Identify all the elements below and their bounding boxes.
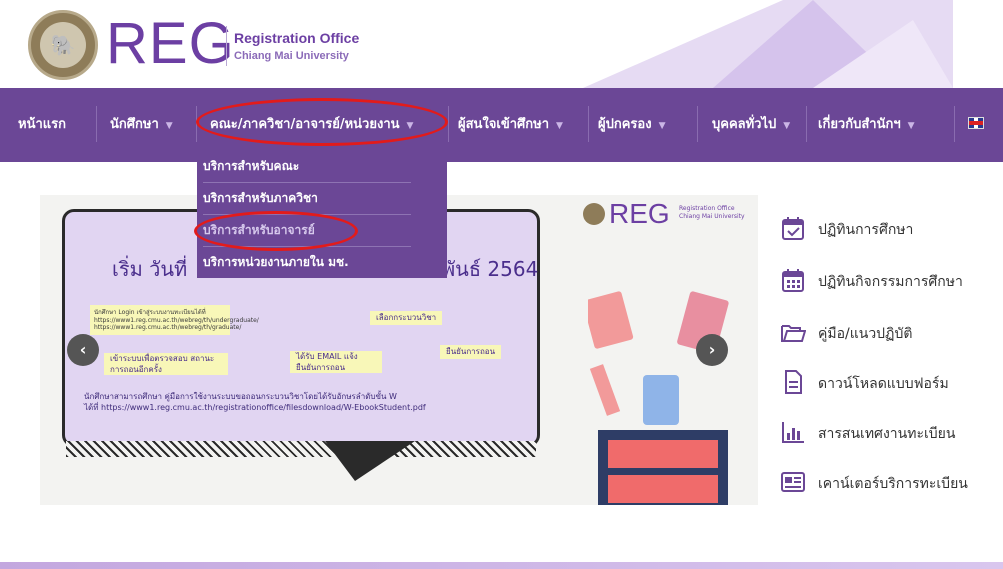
mini-subtitle-line: Chiang Mai University [679,213,745,220]
step-check-status: เข้าระบบเพื่อตรวจสอบ สถานะการถอนอีกครั้ง [104,353,228,375]
nav-label: บุคคลทั่วไป [712,117,777,132]
side-link-label: เคาน์เตอร์บริการทะเบียน [818,476,968,492]
banner-logo: REG Registration Office Chiang Mai Unive… [583,199,758,229]
document-icon [785,370,802,394]
calendar-grid-icon [782,269,804,292]
main-navbar: หน้าแรก นักศึกษา ▼ คณะ/ภาควิชา/อาจารย์/หน… [0,88,1003,162]
logo-subtitle-office: Registration Office [234,30,360,46]
caret-down-icon: ▼ [783,121,791,131]
nav-label: เกี่ยวกับสำนักฯ [818,117,901,132]
highlight-oval-nav [196,98,448,146]
step-select-course: เลือกกระบวนวิชา [370,311,443,325]
logo-divider [226,26,227,66]
bubble-shadow [66,441,536,457]
calendar-check-icon [782,217,804,240]
dropdown-item-internal-unit[interactable]: บริการหน่วยงานภายใน มช. [203,246,411,278]
newspaper-icon [781,472,805,492]
nav-item-prospective[interactable]: ผู้สนใจเข้าศึกษา ▼ [458,112,563,138]
nav-divider [697,106,698,142]
side-link-label: ปฏิทินกิจกรรมการศึกษา [818,274,963,290]
nav-label: ผู้สนใจเข้าศึกษา [458,117,550,132]
bar-chart-icon [782,422,804,443]
highlight-oval-instructor [194,211,358,251]
dropdown-item-faculty[interactable]: บริการสำหรับคณะ [203,150,411,183]
nav-divider [96,106,97,142]
university-seal-logo[interactable]: 🐘 [28,10,98,80]
caret-down-icon: ▼ [165,121,173,131]
mini-seal-icon [583,203,605,225]
mini-subtitle-line: Registration Office [679,205,735,212]
uk-flag-icon[interactable] [968,117,984,129]
side-link-label: ดาวน์โหลดแบบฟอร์ม [818,376,949,392]
step-confirm-withdraw: ยืนยันการถอน [440,345,502,359]
nav-label: ผู้ปกครอง [598,117,652,132]
slider-next-button[interactable]: › [696,334,728,366]
reg-logo-text[interactable]: REG [106,15,235,73]
dropdown-item-department[interactable]: บริการสำหรับภาควิชา [203,182,411,215]
footer-line: นักศึกษาสามารถศึกษา คู่มือการใช้งานระบบข… [84,392,397,401]
side-link-label: คู่มือ/แนวปฏิบัติ [818,326,913,342]
nav-item-students[interactable]: นักศึกษา ▼ [110,112,173,138]
header-decoration [583,0,953,88]
banner-title-right: พันธ์ 2564 [442,257,539,281]
logo-subtitle-university: Chiang Mai University [234,50,349,62]
nav-divider [954,106,955,142]
footer-line: ได้ที่ https://www1.reg.cmu.ac.th/regist… [84,403,426,412]
nav-label: นักศึกษา [110,117,159,132]
nav-item-public[interactable]: บุคคลทั่วไป ▼ [712,112,790,138]
caret-down-icon: ▼ [556,121,563,131]
nav-divider [588,106,589,142]
nav-item-home[interactable]: หน้าแรก [18,112,66,138]
caret-down-icon: ▼ [658,121,666,131]
nav-divider [806,106,807,142]
site-header: 🐘 REG Registration Office Chiang Mai Uni… [0,0,1003,88]
nav-divider [448,106,449,142]
nav-label: หน้าแรก [18,117,66,132]
folder-icon [781,325,806,342]
nav-item-parents[interactable]: ผู้ปกครอง ▼ [598,112,666,138]
caret-down-icon: ▼ [907,121,915,131]
elephant-icon: 🐘 [40,22,86,68]
mini-logo-subtitle: Registration Office Chiang Mai Universit… [679,205,745,221]
step-email: ได้รับ EMAIL แจ้ง ยืนยันการถอน [290,351,382,373]
slider-prev-button[interactable]: ‹ [67,334,99,366]
nav-item-about[interactable]: เกี่ยวกับสำนักฯ ▼ [818,112,915,138]
side-link-label: สารสนเทศงานทะเบียน [818,426,956,442]
banner-footer-text: นักศึกษาสามารถศึกษา คู่มือการใช้งานระบบข… [84,391,544,413]
banner-title-left: เริ่ม วันที่ [112,257,188,281]
side-link-label: ปฏิทินการศึกษา [818,222,914,238]
bubble-tail [325,441,415,481]
footer-accent-bar [0,562,1003,569]
login-instruction-note: นักศึกษา Login เข้าสู่ระบบงานทะเบียนได้ท… [90,305,259,335]
stationery-illustration [588,291,729,505]
mini-logo-text: REG [609,198,670,229]
